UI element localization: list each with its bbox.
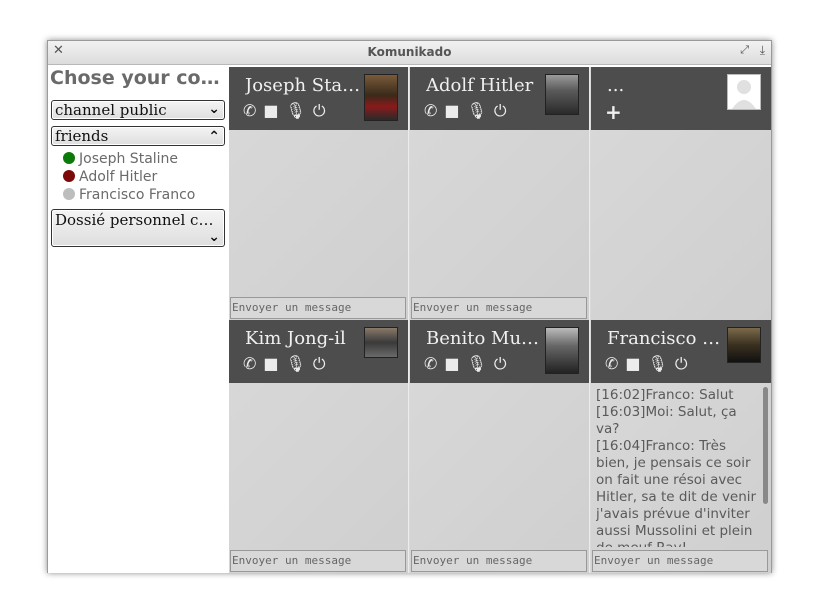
panel-header: ... + [591, 67, 771, 130]
panel-header: Benito Mussolini ✆ ■ 🎙 ⏻ [410, 320, 589, 383]
panel-header: Adolf Hitler ✆ ■ 🎙 ⏻ [410, 67, 589, 130]
chat-message: [16:04]Franco: Très bien, je pensais ce … [596, 438, 757, 547]
conversation-panel: Benito Mussolini ✆ ■ 🎙 ⏻ Envoyer un message [410, 320, 590, 573]
panel-actions: ✆ ■ 🎙 ⏻ [605, 353, 695, 374]
message-input[interactable]: Envoyer un message [411, 550, 587, 572]
conversation-panel-empty: ... + [591, 67, 771, 320]
panel-contact-name: Kim Jong-il [245, 328, 346, 349]
maximize-icon[interactable]: ⤢ [740, 43, 749, 57]
chat-message: [16:02]Franco: Salut [596, 387, 734, 403]
panel-contact-name: Joseph Staline [245, 75, 363, 96]
panel-contact-name: Francisco Franco [607, 328, 725, 349]
add-icon[interactable]: + [605, 100, 622, 124]
contact-name: Joseph Staline [79, 151, 179, 167]
phone-icon[interactable]: ✆ [605, 354, 618, 373]
message-input[interactable]: Envoyer un message [230, 550, 406, 572]
phone-icon[interactable]: ✆ [424, 354, 437, 373]
contact-item[interactable]: Francisco Franco [63, 186, 195, 204]
status-offline-icon [63, 188, 75, 200]
friends-select[interactable]: friends ⌃ [51, 126, 225, 146]
chat-log: [16:02]Franco: Salut [16:03]Moi: Salut, … [596, 387, 759, 547]
chevron-down-icon: ⌄ [208, 229, 220, 245]
panel-actions: ✆ ■ 🎙 ⏻ [243, 353, 333, 374]
microphone-icon[interactable]: 🎙 [286, 101, 306, 120]
conversation-panel: Adolf Hitler ✆ ■ 🎙 ⏻ Envoyer un message [410, 67, 590, 320]
folder-select-label: Dossié personnel contacts [55, 211, 220, 229]
microphone-icon[interactable]: 🎙 [467, 101, 487, 120]
video-camera-icon[interactable]: ■ [263, 354, 278, 373]
phone-icon[interactable]: ✆ [424, 101, 437, 120]
folder-select[interactable]: Dossié personnel contacts ⌄ [51, 209, 225, 247]
conversation-panel: Kim Jong-il ✆ ■ 🎙 ⏻ Envoyer un message [229, 320, 409, 573]
video-camera-icon[interactable]: ■ [263, 101, 278, 120]
chevron-down-icon: ⌄ [208, 101, 220, 117]
title-bar: ✕ Komunikado ⤢ ⤓ [48, 41, 771, 65]
video-camera-icon[interactable]: ■ [444, 101, 459, 120]
avatar [727, 327, 761, 363]
channel-select[interactable]: channel public ⌄ [51, 100, 225, 120]
status-online-icon [63, 152, 75, 164]
channel-select-label: channel public [55, 101, 167, 119]
status-busy-icon [63, 170, 75, 182]
contact-item[interactable]: Joseph Staline [63, 150, 178, 168]
panel-actions: ✆ ■ 🎙 ⏻ [243, 100, 333, 121]
panel-actions: ✆ ■ 🎙 ⏻ [424, 100, 514, 121]
window-title: Komunikado [367, 45, 452, 59]
video-camera-icon[interactable]: ■ [444, 354, 459, 373]
microphone-icon[interactable]: 🎙 [467, 354, 487, 373]
contact-name: Adolf Hitler [79, 169, 158, 185]
minimize-icon[interactable]: ⤓ [760, 43, 765, 58]
avatar [364, 327, 398, 358]
power-icon[interactable]: ⏻ [494, 101, 507, 121]
panel-contact-name: ... [607, 75, 625, 96]
conversation-grid: Joseph Staline ✆ ■ 🎙 ⏻ Envoyer un message A… [229, 67, 771, 573]
sidebar: Chose your contact channel public ⌄ frie… [48, 65, 229, 573]
avatar-placeholder [727, 74, 761, 110]
panel-header: Francisco Franco ✆ ■ 🎙 ⏻ [591, 320, 771, 383]
message-input[interactable]: Envoyer un message [592, 550, 768, 572]
power-icon[interactable]: ⏻ [675, 354, 688, 374]
video-camera-icon[interactable]: ■ [625, 354, 640, 373]
panel-contact-name: Benito Mussolini [426, 328, 544, 349]
panel-header: Joseph Staline ✆ ■ 🎙 ⏻ [229, 67, 408, 130]
microphone-icon[interactable]: 🎙 [648, 354, 668, 373]
user-silhouette-icon [732, 80, 756, 109]
power-icon[interactable]: ⏻ [313, 354, 326, 374]
phone-icon[interactable]: ✆ [243, 354, 256, 373]
friends-select-label: friends [55, 127, 109, 145]
conversation-panel: Joseph Staline ✆ ■ 🎙 ⏻ Envoyer un message [229, 67, 409, 320]
chat-scrollbar[interactable] [763, 387, 768, 504]
microphone-icon[interactable]: 🎙 [286, 354, 306, 373]
avatar [364, 74, 398, 121]
panel-header: Kim Jong-il ✆ ■ 🎙 ⏻ [229, 320, 408, 383]
message-input[interactable]: Envoyer un message [411, 297, 587, 319]
conversation-panel: Francisco Franco ✆ ■ 🎙 ⏻ [16:02]Franco: Sal… [591, 320, 771, 573]
power-icon[interactable]: ⏻ [494, 354, 507, 374]
app-window: ✕ Komunikado ⤢ ⤓ Chose your contact chan… [47, 40, 772, 573]
avatar [545, 327, 579, 374]
contact-item[interactable]: Adolf Hitler [63, 168, 157, 186]
chevron-up-icon: ⌃ [208, 129, 220, 145]
panel-contact-name: Adolf Hitler [426, 75, 534, 96]
power-icon[interactable]: ⏻ [313, 101, 326, 121]
panel-actions: ✆ ■ 🎙 ⏻ [424, 353, 514, 374]
chat-message: [16:03]Moi: Salut, ça va? [596, 404, 737, 437]
phone-icon[interactable]: ✆ [243, 101, 256, 120]
sidebar-heading: Chose your contact [50, 67, 226, 89]
avatar [545, 74, 579, 115]
message-input[interactable]: Envoyer un message [230, 297, 406, 319]
contact-name: Francisco Franco [79, 187, 196, 203]
